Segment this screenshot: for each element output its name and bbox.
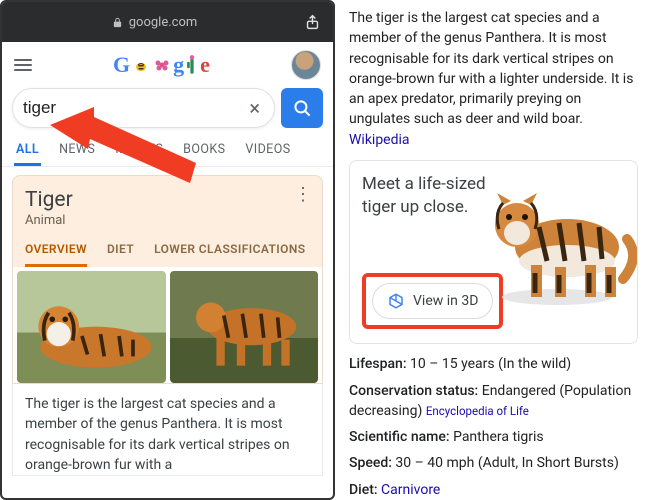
search-tabs: ALL NEWS IMAGES BOOKS VIDEOS — [2, 134, 333, 167]
lifespan-value: 10 – 15 years (In the wild) — [410, 356, 571, 372]
view3d-label: View in 3D — [413, 291, 478, 311]
search-box[interactable]: × — [12, 88, 275, 128]
share-icon — [304, 12, 321, 32]
kp-tab-lower[interactable]: LOWER CLASSIFICATIONS — [154, 242, 305, 267]
kp-image-2[interactable] — [170, 271, 319, 383]
browser-toolbar: google.com — [2, 2, 333, 42]
search-row: × — [2, 84, 333, 134]
kp-tabs: OVERVIEW DIET LOWER CLASSIFICATIONS — [13, 232, 322, 267]
kp-image-1[interactable] — [17, 271, 166, 383]
tab-books[interactable]: BOOKS — [181, 134, 227, 166]
tiger-walking-icon — [170, 271, 318, 375]
lifespan-label: Lifespan: — [349, 356, 407, 372]
address-bar[interactable]: google.com — [8, 15, 301, 30]
lock-icon — [112, 16, 123, 29]
menu-button[interactable] — [14, 59, 32, 71]
kp-tab-diet[interactable]: DIET — [107, 242, 134, 267]
knowledge-panel: Tiger Animal ⋮ OVERVIEW DIET LOWER CLASS… — [12, 175, 323, 384]
search-input[interactable] — [23, 98, 245, 118]
conservation-source-link[interactable]: Encyclopedia of Life — [426, 404, 529, 418]
kp-tab-overview[interactable]: OVERVIEW — [25, 242, 87, 267]
tiger-3d-icon — [477, 169, 637, 309]
ar-card: Meet a life-sized tiger up close. View i… — [349, 160, 638, 344]
kp-subtitle: Animal — [25, 213, 310, 228]
wikipedia-link[interactable]: Wikipedia — [349, 132, 410, 148]
tab-all[interactable]: ALL — [14, 134, 41, 166]
clear-button[interactable]: × — [245, 98, 264, 118]
tab-images[interactable]: IMAGES — [113, 134, 165, 166]
account-avatar[interactable] — [291, 50, 321, 80]
diet-label: Diet: — [349, 482, 378, 498]
search-button[interactable] — [281, 88, 323, 128]
tab-videos[interactable]: VIDEOS — [243, 134, 292, 166]
sciname-value: Panthera tigris — [453, 429, 544, 445]
mobile-screenshot-left: google.com G g e — [0, 0, 335, 500]
kp-image-row — [13, 267, 322, 383]
google-header: G g e — [2, 42, 333, 84]
cube-icon — [387, 292, 405, 310]
kp-more-button[interactable]: ⋮ — [294, 186, 312, 204]
detail-pane: The tiger is the largest cat species and… — [335, 0, 650, 500]
google-logo[interactable]: G g e — [32, 52, 291, 78]
search-icon — [293, 99, 312, 118]
doodle-bee-icon — [131, 55, 151, 75]
view-in-3d-button[interactable]: View in 3D — [372, 283, 493, 319]
tab-news[interactable]: NEWS — [57, 134, 97, 166]
doodle-cactus-icon — [185, 54, 199, 76]
detail-description: The tiger is the largest cat species and… — [349, 10, 633, 127]
kp-title: Tiger — [25, 188, 310, 212]
speed-value: 30 – 40 mph (Adult, In Short Bursts) — [395, 455, 618, 471]
doodle-flower-icon — [152, 55, 172, 75]
tiger-lying-icon — [17, 271, 165, 375]
share-button[interactable] — [301, 11, 323, 33]
url-text: google.com — [129, 15, 198, 30]
diet-link[interactable]: Carnivore — [381, 482, 440, 498]
kp-description: The tiger is the largest cat species and… — [12, 384, 323, 476]
facts-list: Lifespan: 10 – 15 years (In the wild) Co… — [349, 354, 638, 500]
sciname-label: Scientific name: — [349, 429, 450, 445]
conservation-label: Conservation status: — [349, 383, 478, 399]
speed-label: Speed: — [349, 455, 392, 471]
